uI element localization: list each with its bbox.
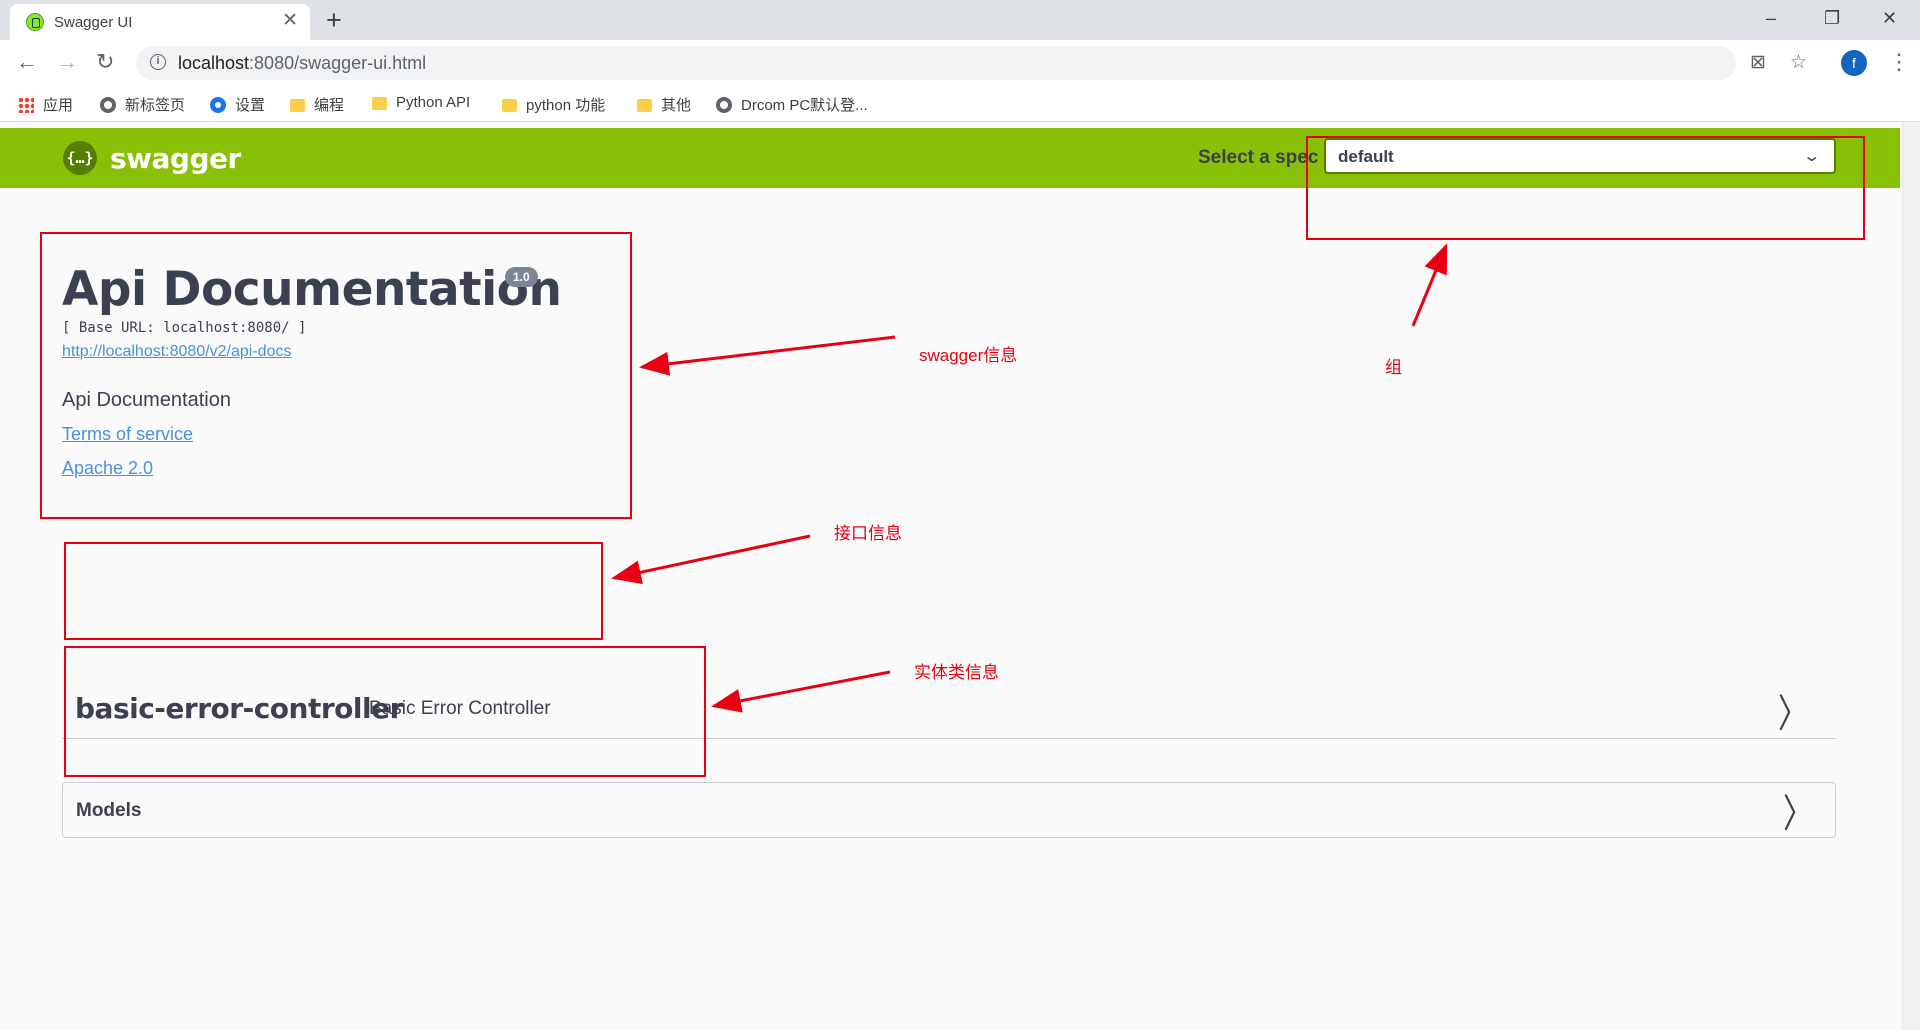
forward-icon[interactable]: →	[56, 49, 78, 75]
site-info-icon[interactable]: i	[150, 54, 166, 70]
browser-menu-icon[interactable]: ⋮	[1888, 49, 1910, 75]
browser-toolbar: ← → ↻ i localhost:8080/swagger-ui.html ⊠…	[0, 40, 1920, 86]
folder-icon	[637, 99, 652, 112]
minimize-button[interactable]: –	[1766, 8, 1776, 28]
models-section[interactable]: Models 〉	[62, 782, 1836, 838]
restore-button[interactable]: ❐	[1824, 8, 1840, 28]
bookmark-other[interactable]: 其他	[637, 94, 691, 115]
folder-icon	[502, 99, 517, 112]
annotation-box-api-info	[64, 542, 603, 640]
bookmark-programming[interactable]: 编程	[290, 94, 344, 115]
tab-title: Swagger UI	[54, 14, 133, 31]
chevron-right-icon[interactable]: 〉	[1778, 681, 1808, 738]
chevron-right-icon[interactable]: 〉	[1783, 781, 1813, 838]
address-bar[interactable]: i localhost:8080/swagger-ui.html ⊠	[136, 46, 1766, 80]
swagger-favicon-icon	[26, 13, 44, 31]
annotation-entity-info: 实体类信息	[914, 663, 999, 682]
swagger-logo-text[interactable]: swagger	[110, 142, 241, 175]
annotation-api-info: 接口信息	[834, 524, 902, 543]
bookmark-new-tab[interactable]: 新标签页	[100, 94, 185, 115]
back-icon[interactable]: ←	[16, 49, 38, 75]
browser-tab[interactable]: Swagger UI ✕	[10, 4, 310, 40]
swagger-logo-icon[interactable]: {…}	[63, 141, 97, 175]
tab-close-icon[interactable]: ✕	[282, 11, 298, 31]
folder-icon	[290, 99, 305, 112]
bookmark-drcom[interactable]: Drcom PC默认登...	[716, 94, 868, 115]
bookmark-settings[interactable]: 设置	[210, 94, 265, 115]
apps-icon	[18, 96, 34, 113]
new-tab-button[interactable]: +	[326, 5, 342, 35]
bookmarks-bar: 应用 新标签页 设置 编程 Python API python 功能 其他 Dr…	[0, 86, 1920, 122]
bookmark-star-icon[interactable]: ☆	[1790, 52, 1807, 74]
reload-icon[interactable]: ↻	[96, 49, 114, 75]
annotation-box-group	[1306, 136, 1865, 240]
annotation-box-entity-info	[64, 646, 706, 777]
bookmark-apps[interactable]: 应用	[18, 94, 73, 115]
annotation-box-swagger-info	[40, 232, 632, 519]
gear-icon	[210, 96, 226, 113]
bookmark-python-api[interactable]: Python API	[372, 94, 470, 111]
globe-icon	[716, 96, 732, 113]
close-window-button[interactable]: ✕	[1882, 8, 1897, 28]
folder-icon	[372, 97, 387, 110]
annotation-swagger-info: swagger信息	[919, 346, 1018, 365]
url-text[interactable]: localhost:8080/swagger-ui.html	[178, 53, 426, 74]
page-scrollbar[interactable]	[1902, 122, 1920, 1030]
globe-icon	[100, 96, 116, 113]
bookmark-python-features[interactable]: python 功能	[502, 94, 605, 115]
browser-tabstrip: Swagger UI ✕ + – ❐ ✕	[0, 0, 1920, 40]
select-spec-label: Select a spec	[1198, 147, 1319, 168]
translate-icon[interactable]: ⊠	[1750, 52, 1766, 74]
annotation-group: 组	[1385, 358, 1402, 377]
profile-avatar[interactable]: f	[1841, 50, 1867, 76]
models-title[interactable]: Models	[76, 800, 141, 822]
